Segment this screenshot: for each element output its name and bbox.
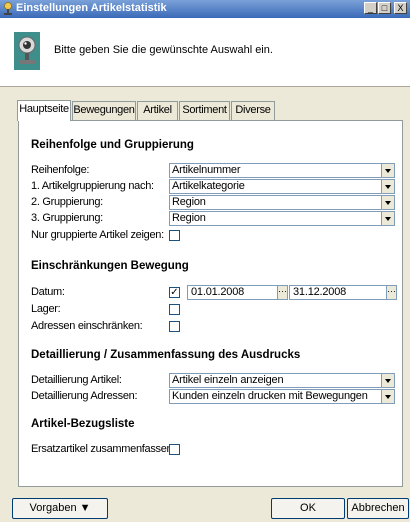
lager-label: Lager: — [31, 303, 61, 315]
section-title-gruppierung: Reihenfolge und Gruppierung — [31, 139, 194, 151]
datum-von-field[interactable]: 01.01.2008 ··· — [187, 285, 288, 300]
ersatzartikel-label: Ersatzartikel zusammenfassen: — [31, 443, 176, 455]
nur-gruppierte-checkbox[interactable] — [169, 230, 180, 241]
gruppe3-label: 3. Gruppierung: — [31, 212, 103, 224]
minimize-button[interactable]: _ — [364, 2, 377, 14]
chevron-down-icon[interactable] — [381, 212, 394, 225]
detail-artikel-label: Detaillierung Artikel: — [31, 374, 122, 386]
tab-bewegungen[interactable]: Bewegungen — [72, 101, 136, 120]
reihenfolge-label: Reihenfolge: — [31, 164, 90, 176]
datum-bis-field[interactable]: 31.12.2008 ··· — [289, 285, 397, 300]
chevron-down-icon[interactable] — [381, 196, 394, 209]
chevron-down-icon[interactable] — [381, 390, 394, 403]
adressen-einschraenken-checkbox[interactable] — [169, 321, 180, 332]
nur-gruppierte-label: Nur gruppierte Artikel zeigen: — [31, 229, 164, 241]
dialog-header: Bitte geben Sie die gewünschte Auswahl e… — [0, 18, 410, 87]
gruppe1-value: Artikelkategorie — [172, 180, 245, 192]
gruppe2-select[interactable]: Region — [169, 195, 395, 210]
detail-adressen-label: Detaillierung Adressen: — [31, 390, 138, 402]
adressen-einschraenken-label: Adressen einschränken: — [31, 320, 143, 332]
section-title-bewegung: Einschränkungen Bewegung — [31, 260, 189, 272]
section-title-bezug: Artikel-Bezugsliste — [31, 418, 135, 430]
date-picker-button[interactable]: ··· — [386, 285, 397, 300]
gruppe1-label: 1. Artikelgruppierung nach: — [31, 180, 154, 192]
detail-adressen-value: Kunden einzeln drucken mit Bewegungen — [172, 390, 368, 402]
gruppe3-value: Region — [172, 212, 206, 224]
tab-diverse[interactable]: Diverse — [231, 101, 275, 120]
chevron-down-icon[interactable] — [381, 374, 394, 387]
datum-bis-value: 31.12.2008 — [293, 286, 347, 298]
app-icon — [4, 2, 12, 15]
section-title-detail: Detaillierung / Zusammenfassung des Ausd… — [31, 349, 301, 361]
vorgaben-dropdown-button[interactable]: Vorgaben ▼ — [12, 498, 108, 519]
tab-artikel[interactable]: Artikel — [137, 101, 178, 120]
gruppe2-value: Region — [172, 196, 206, 208]
maximize-button[interactable]: □ — [378, 2, 391, 14]
instruction-text: Bitte geben Sie die gewünschte Auswahl e… — [54, 44, 273, 56]
chevron-down-icon[interactable] — [381, 164, 394, 177]
reihenfolge-select[interactable]: Artikelnummer — [169, 163, 395, 178]
lager-checkbox[interactable] — [169, 304, 180, 315]
gruppe1-select[interactable]: Artikelkategorie — [169, 179, 395, 194]
chevron-down-icon[interactable] — [381, 180, 394, 193]
tab-hauptseite[interactable]: Hauptseite — [17, 100, 71, 121]
gruppe2-label: 2. Gruppierung: — [31, 196, 103, 208]
datum-checkbox[interactable]: ✓ — [169, 287, 180, 298]
detail-artikel-value: Artikel einzeln anzeigen — [172, 374, 284, 386]
cancel-button[interactable]: Abbrechen — [347, 498, 409, 519]
tab-sortiment[interactable]: Sortiment — [179, 101, 230, 120]
detail-adressen-select[interactable]: Kunden einzeln drucken mit Bewegungen — [169, 389, 395, 404]
ersatzartikel-checkbox[interactable] — [169, 444, 180, 455]
ok-button[interactable]: OK — [271, 498, 345, 519]
gruppe3-select[interactable]: Region — [169, 211, 395, 226]
reihenfolge-value: Artikelnummer — [172, 164, 241, 176]
date-picker-button[interactable]: ··· — [277, 285, 288, 300]
window-title: Einstellungen Artikelstatistik — [16, 2, 167, 14]
webcam-icon — [14, 32, 40, 70]
datum-label: Datum: — [31, 286, 65, 298]
title-bar: Einstellungen Artikelstatistik _ □ X — [0, 0, 410, 18]
close-button[interactable]: X — [394, 2, 407, 14]
detail-artikel-select[interactable]: Artikel einzeln anzeigen — [169, 373, 395, 388]
tab-panel-hauptseite: Reihenfolge und Gruppierung Reihenfolge:… — [18, 120, 403, 487]
datum-von-value: 01.01.2008 — [191, 286, 245, 298]
